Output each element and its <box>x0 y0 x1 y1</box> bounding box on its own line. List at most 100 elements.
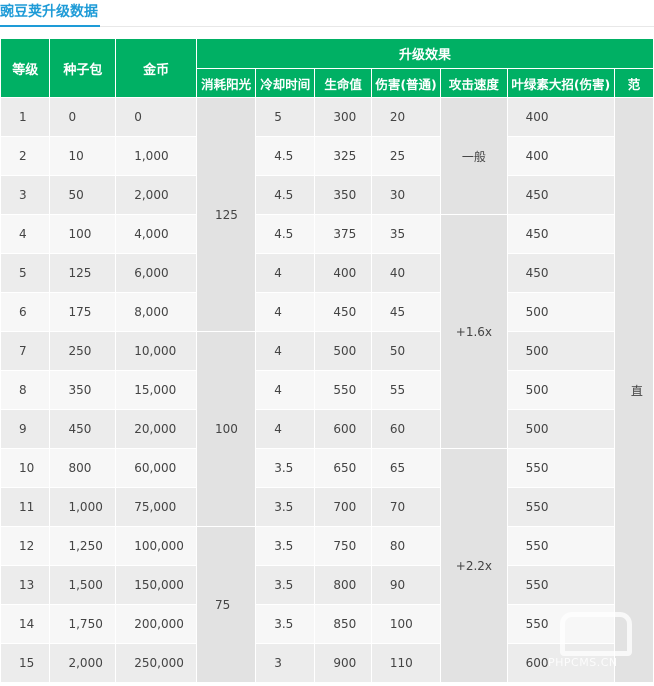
cell-level: 8 <box>0 370 51 410</box>
cell-cooldown: 3.5 <box>255 604 316 644</box>
cell-seeds: 50 <box>49 175 117 215</box>
cell-coins: 4,000 <box>115 214 198 254</box>
cell-chlorophyll: 400 <box>506 136 615 176</box>
cell-chlorophyll: 550 <box>506 604 615 644</box>
cell-chlorophyll: 500 <box>506 370 615 410</box>
cell-chlorophyll: 550 <box>506 487 615 527</box>
header-health: 生命值 <box>314 68 372 98</box>
cell-seeds: 175 <box>49 292 117 332</box>
cell-damage: 45 <box>370 292 442 332</box>
table-row: 3 50 2,000 4.5 350 30 450 <box>0 175 654 215</box>
cell-level: 14 <box>0 604 51 644</box>
cell-seeds: 1,500 <box>49 565 117 605</box>
header-coins: 金币 <box>115 38 198 98</box>
cell-damage: 30 <box>370 175 442 215</box>
cell-cooldown: 3.5 <box>255 565 316 605</box>
cell-coins: 8,000 <box>115 292 198 332</box>
cell-cooldown: 4.5 <box>255 175 316 215</box>
cell-health: 650 <box>314 448 372 488</box>
cell-health: 900 <box>314 643 372 683</box>
table-row: 9 450 20,000 4 600 60 500 <box>0 409 654 449</box>
cell-health: 375 <box>314 214 372 254</box>
cell-coins: 15,000 <box>115 370 198 410</box>
cell-level: 1 <box>0 97 51 137</box>
cell-health: 450 <box>314 292 372 332</box>
cell-health: 700 <box>314 487 372 527</box>
table-row: 1 0 0 125 5 300 20 一般 400 直 <box>0 97 654 683</box>
cell-damage: 80 <box>370 526 442 566</box>
cell-chlorophyll: 450 <box>506 214 615 254</box>
header-sun-cost: 消耗阳光 <box>196 68 257 98</box>
cell-coins: 20,000 <box>115 409 198 449</box>
cell-seeds: 100 <box>49 214 117 254</box>
cell-chlorophyll: 600 <box>506 643 615 683</box>
table-row: 6 175 8,000 4 450 45 500 <box>0 292 654 332</box>
cell-sun-cost: 125 <box>196 97 257 332</box>
cell-cooldown: 3.5 <box>255 487 316 527</box>
cell-coins: 10,000 <box>115 331 198 371</box>
header-level: 等级 <box>0 38 51 98</box>
cell-level: 2 <box>0 136 51 176</box>
header-attack-speed: 攻击速度 <box>440 68 508 98</box>
cell-health: 350 <box>314 175 372 215</box>
section-title: 豌豆荚升级数据 <box>0 3 100 27</box>
cell-seeds: 2,000 <box>49 643 117 683</box>
cell-coins: 250,000 <box>115 643 198 683</box>
cell-cooldown: 4 <box>255 409 316 449</box>
table-row: 14 1,750 200,000 3.5 850 100 550 <box>0 604 654 644</box>
table-row: 2 10 1,000 4.5 325 25 400 <box>0 136 654 176</box>
cell-sun-cost: 100 <box>196 331 257 527</box>
cell-chlorophyll: 550 <box>506 565 615 605</box>
cell-cooldown: 3.5 <box>255 526 316 566</box>
cell-damage: 55 <box>370 370 442 410</box>
cell-health: 800 <box>314 565 372 605</box>
cell-health: 550 <box>314 370 372 410</box>
cell-damage: 60 <box>370 409 442 449</box>
cell-cooldown: 4 <box>255 370 316 410</box>
cell-coins: 60,000 <box>115 448 198 488</box>
cell-seeds: 0 <box>49 97 117 137</box>
cell-level: 7 <box>0 331 51 371</box>
cell-health: 850 <box>314 604 372 644</box>
table-row: 4 100 4,000 4.5 375 35 +1.6x 450 <box>0 214 654 449</box>
cell-damage: 90 <box>370 565 442 605</box>
cell-seeds: 125 <box>49 253 117 293</box>
cell-level: 11 <box>0 487 51 527</box>
cell-cooldown: 3.5 <box>255 448 316 488</box>
cell-cooldown: 4.5 <box>255 136 316 176</box>
page: 豌豆荚升级数据 等级 种子包 金币 升级效果 消耗阳光 冷却时间 生命值 伤害(… <box>0 0 654 686</box>
table-body: 1 0 0 125 5 300 20 一般 400 直 2 10 1,000 4.5 325 25 400 3 50… <box>0 97 654 683</box>
cell-chlorophyll: 550 <box>506 448 615 488</box>
cell-seeds: 350 <box>49 370 117 410</box>
cell-level: 4 <box>0 214 51 254</box>
cell-health: 400 <box>314 253 372 293</box>
cell-level: 5 <box>0 253 51 293</box>
cell-seeds: 1,750 <box>49 604 117 644</box>
cell-coins: 2,000 <box>115 175 198 215</box>
cell-seeds: 1,250 <box>49 526 117 566</box>
cell-chlorophyll: 550 <box>506 526 615 566</box>
table-row: 12 1,250 100,000 75 3.5 750 80 550 <box>0 526 654 683</box>
cell-health: 600 <box>314 409 372 449</box>
cell-coins: 150,000 <box>115 565 198 605</box>
header-damage: 伤害(普通) <box>370 68 442 98</box>
table-row: 8 350 15,000 4 550 55 500 <box>0 370 654 410</box>
cell-seeds: 1,000 <box>49 487 117 527</box>
cell-level: 12 <box>0 526 51 566</box>
cell-attack-speed: 一般 <box>440 97 508 215</box>
cell-damage: 110 <box>370 643 442 683</box>
table-row: 11 1,000 75,000 3.5 700 70 550 <box>0 487 654 527</box>
cell-damage: 35 <box>370 214 442 254</box>
header-chlorophyll: 叶绿素大招(伤害) <box>506 68 615 98</box>
cell-damage: 40 <box>370 253 442 293</box>
header-cooldown: 冷却时间 <box>255 68 316 98</box>
cell-damage: 25 <box>370 136 442 176</box>
cell-level: 9 <box>0 409 51 449</box>
cell-chlorophyll: 450 <box>506 253 615 293</box>
cell-cooldown: 4 <box>255 331 316 371</box>
cell-level: 15 <box>0 643 51 683</box>
cell-cooldown: 3 <box>255 643 316 683</box>
header-seeds: 种子包 <box>49 38 117 98</box>
cell-range: 直 <box>613 97 654 683</box>
cell-seeds: 800 <box>49 448 117 488</box>
